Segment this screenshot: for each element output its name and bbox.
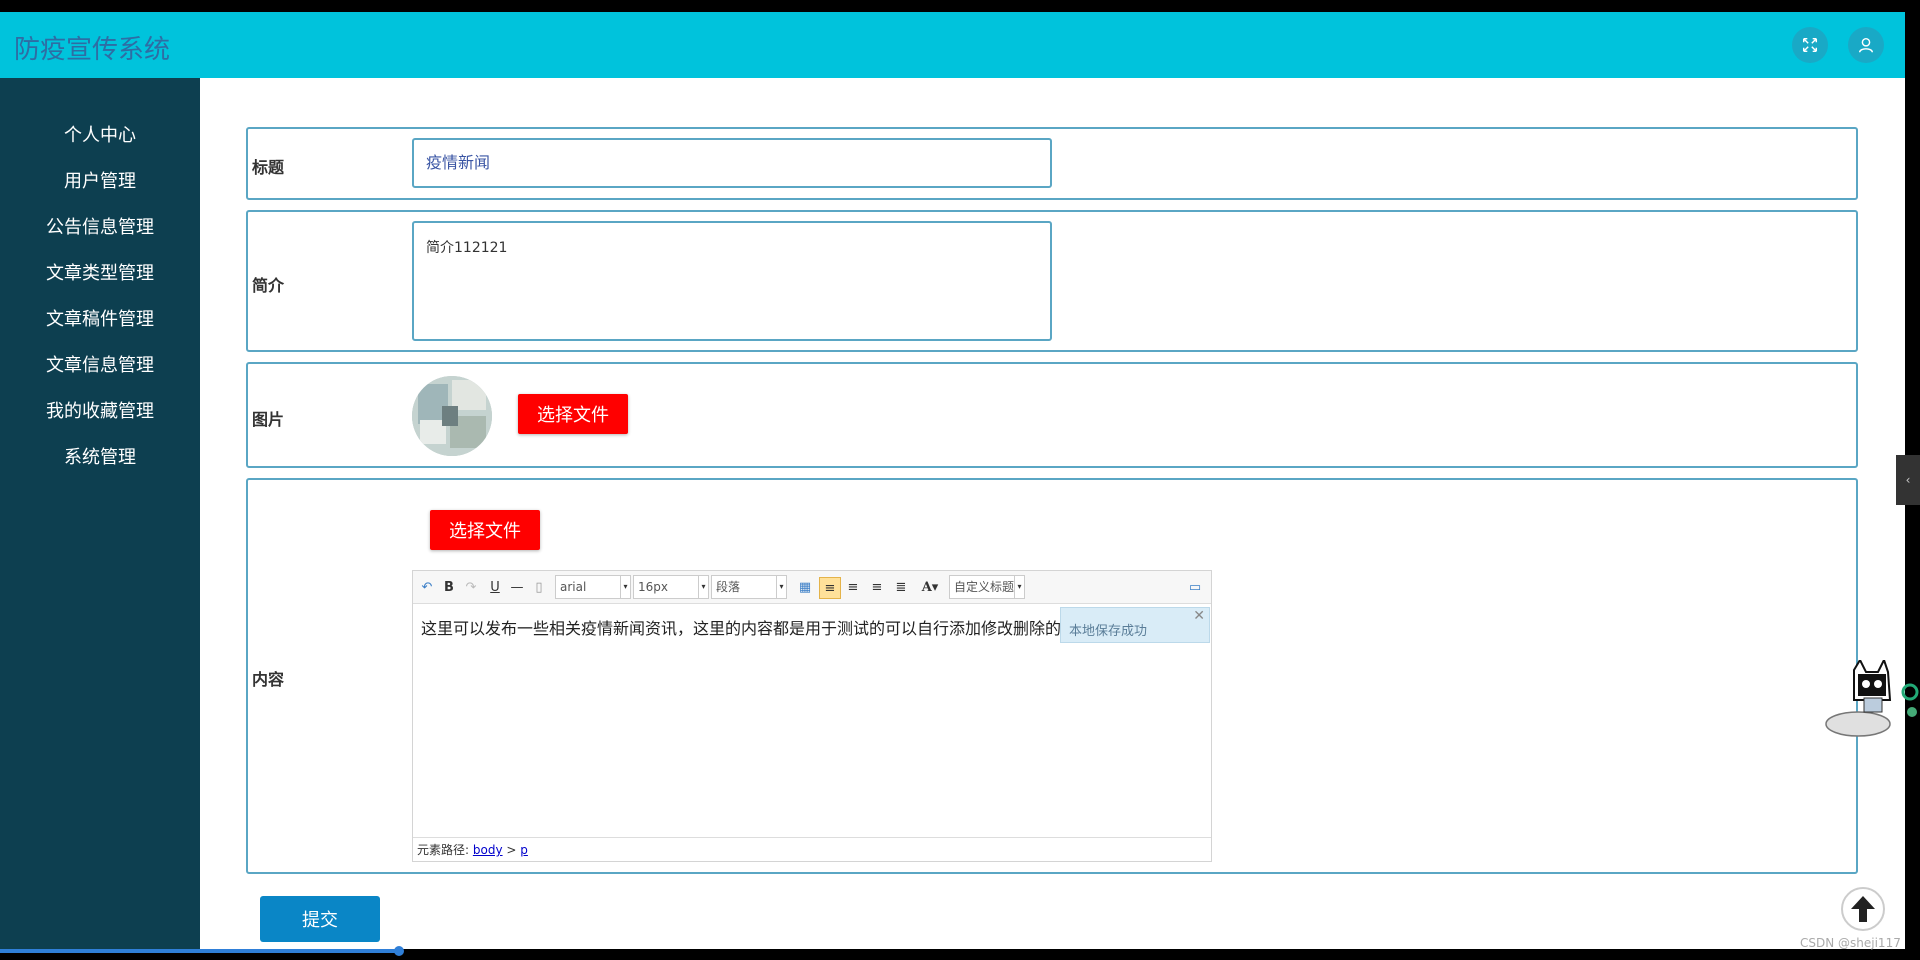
font-color-icon[interactable]: A▾ <box>917 577 943 597</box>
chevron-left-icon: ‹ <box>1905 473 1911 487</box>
sidebar-item-label: 文章信息管理 <box>46 355 154 376</box>
main-content: 标题 疫情新闻 简介 简介112121 图片 选择文件 内容 选择文件 ↶ B … <box>200 78 1905 949</box>
sidebar-item-label: 公告信息管理 <box>46 217 154 238</box>
collapse-panel-button[interactable]: ‹ <box>1896 455 1920 505</box>
fullscreen-button[interactable] <box>1792 27 1828 63</box>
expand-icon <box>1802 37 1818 53</box>
sidebar-item-article-type-management[interactable]: 文章类型管理 <box>0 252 200 292</box>
image-choose-file-button[interactable]: 选择文件 <box>518 394 628 434</box>
chevron-down-icon: ▾ <box>698 576 708 598</box>
sidebar-item-label: 用户管理 <box>64 171 136 192</box>
sidebar-item-personal-center[interactable]: 个人中心 <box>0 114 200 154</box>
path-link-body[interactable]: body <box>473 843 503 857</box>
intro-textarea[interactable]: 简介112121 <box>412 221 1052 341</box>
title-label: 标题 <box>252 158 285 177</box>
font-size-select[interactable]: 16px ▾ <box>633 575 709 599</box>
app-window: 防疫宣传系统 个人中心 用户管理 公告信息管理 文章类型管理 文章稿件管理 文章… <box>0 12 1905 949</box>
video-progress-bar[interactable] <box>0 949 400 953</box>
video-progress-handle[interactable] <box>394 946 404 956</box>
bold-icon[interactable]: B <box>441 577 457 597</box>
watermark-text: CSDN @sheji117 <box>1800 936 1901 950</box>
title-input[interactable]: 疫情新闻 <box>412 138 1052 188</box>
underline-icon[interactable]: U <box>487 577 503 597</box>
font-family-select[interactable]: arial ▾ <box>555 575 631 599</box>
sidebar: 个人中心 用户管理 公告信息管理 文章类型管理 文章稿件管理 文章信息管理 我的… <box>0 78 200 949</box>
user-icon <box>1858 37 1874 53</box>
align-left-icon[interactable]: ≡ <box>819 577 841 599</box>
arrow-up-icon <box>1851 896 1875 922</box>
sidebar-item-label: 我的收藏管理 <box>46 401 154 422</box>
title-row: 标题 疫情新闻 <box>246 127 1858 200</box>
content-row: 内容 选择文件 ↶ B ↷ U — ▯ arial ▾ 16px ▾ 段落 ▾ … <box>246 478 1858 874</box>
scroll-to-top-button[interactable] <box>1841 887 1885 931</box>
sidebar-item-notice-management[interactable]: 公告信息管理 <box>0 206 200 246</box>
intro-label: 简介 <box>252 276 285 295</box>
paragraph-select[interactable]: 段落 ▾ <box>711 575 787 599</box>
image-row: 图片 选择文件 <box>246 362 1858 468</box>
rich-text-editor: ↶ B ↷ U — ▯ arial ▾ 16px ▾ 段落 ▾ ▦ ≡ ≡ ≡ … <box>412 570 1212 862</box>
align-right-icon[interactable]: ≡ <box>845 577 861 597</box>
custom-heading-value: 自定义标题 <box>954 580 1015 594</box>
sidebar-item-label: 文章类型管理 <box>46 263 154 284</box>
path-link-p[interactable]: p <box>520 843 528 857</box>
paste-icon[interactable]: ▯ <box>531 577 547 597</box>
custom-heading-select[interactable]: 自定义标题 ▾ <box>949 575 1025 599</box>
content-label: 内容 <box>252 670 285 689</box>
redo-icon[interactable]: ↷ <box>463 577 479 597</box>
chevron-down-icon: ▾ <box>1014 576 1024 598</box>
font-size-value: 16px <box>638 580 668 594</box>
submit-button[interactable]: 提交 <box>260 896 380 942</box>
editor-body-text[interactable]: 这里可以发布一些相关疫情新闻资讯，这里的内容都是用于测试的可以自行添加修改删除的 <box>421 615 1061 639</box>
align-center-icon[interactable]: ≡ <box>869 577 885 597</box>
intro-row: 简介 简介112121 <box>246 210 1858 352</box>
autosave-toast: 本地保存成功 ✕ <box>1060 607 1210 643</box>
content-choose-file-button[interactable]: 选择文件 <box>430 510 540 550</box>
chevron-down-icon: ▾ <box>620 576 630 598</box>
table-icon[interactable]: ▦ <box>797 577 813 597</box>
sidebar-item-manuscript-management[interactable]: 文章稿件管理 <box>0 298 200 338</box>
paragraph-value: 段落 <box>716 580 741 594</box>
top-bar: 防疫宣传系统 <box>0 12 1905 78</box>
cat-mascot-icon <box>1825 657 1919 737</box>
sidebar-item-label: 文章稿件管理 <box>46 309 154 330</box>
element-path-bar: 元素路径: body > p <box>413 837 1211 861</box>
undo-icon[interactable]: ↶ <box>419 577 435 597</box>
sidebar-item-label: 系统管理 <box>64 447 136 468</box>
mascot-widget[interactable] <box>1812 657 1920 740</box>
align-justify-icon[interactable]: ≣ <box>893 577 909 597</box>
element-path-label: 元素路径: <box>417 843 470 857</box>
image-label: 图片 <box>252 410 285 429</box>
sidebar-item-label: 个人中心 <box>64 125 136 146</box>
autosave-toast-text: 本地保存成功 <box>1069 624 1148 639</box>
close-icon[interactable]: ✕ <box>1193 608 1205 624</box>
path-separator: > <box>506 843 517 857</box>
sidebar-item-favorites-management[interactable]: 我的收藏管理 <box>0 390 200 430</box>
font-family-value: arial <box>560 580 587 594</box>
source-mode-icon[interactable]: ▭ <box>1187 577 1203 597</box>
horizontal-rule-icon[interactable]: — <box>509 577 525 597</box>
app-title: 防疫宣传系统 <box>14 35 171 65</box>
editor-toolbar: ↶ B ↷ U — ▯ arial ▾ 16px ▾ 段落 ▾ ▦ ≡ ≡ ≡ … <box>413 571 1211 604</box>
image-thumbnail <box>412 376 492 456</box>
chevron-down-icon: ▾ <box>776 576 786 598</box>
sidebar-item-user-management[interactable]: 用户管理 <box>0 160 200 200</box>
sidebar-item-article-info-management[interactable]: 文章信息管理 <box>0 344 200 384</box>
user-button[interactable] <box>1848 27 1884 63</box>
sidebar-item-system-management[interactable]: 系统管理 <box>0 436 200 476</box>
